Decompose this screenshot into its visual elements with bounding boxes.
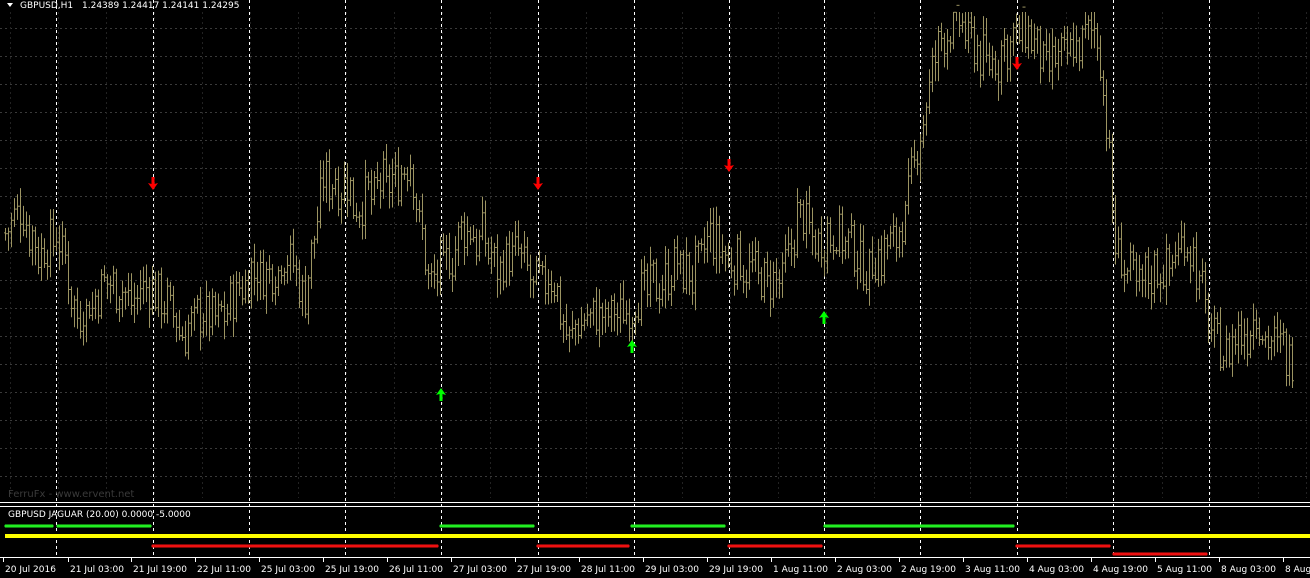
- indicator-segment-green: [630, 524, 726, 528]
- indicator-segment-red: [1015, 544, 1111, 548]
- time-axis-label: 29 Jul 19:00: [709, 565, 763, 575]
- time-axis-label: 5 Aug 11:00: [1157, 565, 1212, 575]
- time-axis-label: 8 Aug 03:00: [1221, 565, 1276, 575]
- sell-arrow-icon: [1012, 57, 1022, 70]
- chart-header: GBPUSD,H1 1.24389 1.24417 1.24141 1.2429…: [7, 1, 239, 11]
- time-axis-label: 29 Jul 03:00: [645, 565, 699, 575]
- indicator-dot: [626, 544, 630, 548]
- indicator-segment-green: [4, 524, 54, 528]
- indicator-rows: [4, 524, 1310, 556]
- indicator-dot: [50, 524, 54, 528]
- watermark: FerruFx - www.ervent.net: [8, 489, 134, 500]
- buy-arrow-icon: [436, 388, 446, 401]
- buy-arrow-icon: [627, 340, 637, 353]
- indicator-dot: [1107, 544, 1111, 548]
- indicator-dot: [531, 524, 535, 528]
- grid: [0, 0, 1310, 557]
- indicator-segment-red: [151, 544, 439, 548]
- indicator-dot: [722, 524, 726, 528]
- indicator-segment-green: [439, 524, 535, 528]
- time-axis-label: 8 Aug: [1285, 565, 1310, 575]
- indicator-segment-green: [56, 524, 152, 528]
- time-axis-label: 25 Jul 19:00: [325, 565, 379, 575]
- time-axis-label: 25 Jul 03:00: [261, 565, 315, 575]
- ohlc-values: 1.24389 1.24417 1.24141 1.24295: [82, 1, 239, 11]
- time-axis-label: 21 Jul 19:00: [133, 565, 187, 575]
- time-axis-label: 26 Jul 11:00: [389, 565, 443, 575]
- time-axis-label: 27 Jul 03:00: [453, 565, 507, 575]
- time-axis-label: 1 Aug 11:00: [773, 565, 828, 575]
- indicator-pane[interactable]: GBPUSD JAGUAR (20.00) 0.0000 -5.0000: [4, 510, 1310, 556]
- indicator-yellow-line: [5, 534, 1310, 538]
- time-axis-label: 22 Jul 11:00: [197, 565, 251, 575]
- sell-arrow-icon: [533, 177, 543, 190]
- indicator-segment-red2: [1112, 552, 1208, 556]
- time-axis-label: 28 Jul 11:00: [581, 565, 635, 575]
- time-axis-label: 2 Aug 19:00: [901, 565, 956, 575]
- chevron-down-icon[interactable]: [7, 3, 13, 7]
- indicator-segment-green: [823, 524, 1015, 528]
- indicator-dot: [1204, 552, 1208, 556]
- indicator-dot: [148, 524, 152, 528]
- time-axis-label: 20 Jul 2016: [5, 565, 56, 575]
- indicator-segment-red: [727, 544, 823, 548]
- time-axis-label: 3 Aug 11:00: [965, 565, 1020, 575]
- time-axis-label: 27 Jul 19:00: [517, 565, 571, 575]
- indicator-dot: [819, 544, 823, 548]
- indicator-segment-red: [536, 544, 630, 548]
- indicator-label: GBPUSD JAGUAR (20.00) 0.0000 -5.0000: [8, 510, 191, 520]
- sell-arrow-icon: [724, 159, 734, 172]
- time-axis-label: 21 Jul 03:00: [70, 565, 124, 575]
- buy-arrow-icon: [819, 311, 829, 324]
- sell-arrow-icon: [148, 177, 158, 190]
- time-axis-label: 4 Aug 19:00: [1093, 565, 1148, 575]
- indicator-dot: [1011, 524, 1015, 528]
- indicator-dot: [435, 544, 439, 548]
- time-axis: 20 Jul 2016 21 Jul 03:00 21 Jul 19:00 22 Ju…: [3, 558, 1310, 575]
- symbol-label: GBPUSD,H1: [20, 1, 73, 11]
- time-axis-label: 4 Aug 03:00: [1029, 565, 1084, 575]
- chart-window[interactable]: GBPUSD,H1 1.24389 1.24417 1.24141 1.2429…: [0, 0, 1310, 578]
- price-chart[interactable]: GBPUSD,H1 1.24389 1.24417 1.24141 1.2429…: [0, 0, 1310, 578]
- time-axis-label: 2 Aug 03:00: [837, 565, 892, 575]
